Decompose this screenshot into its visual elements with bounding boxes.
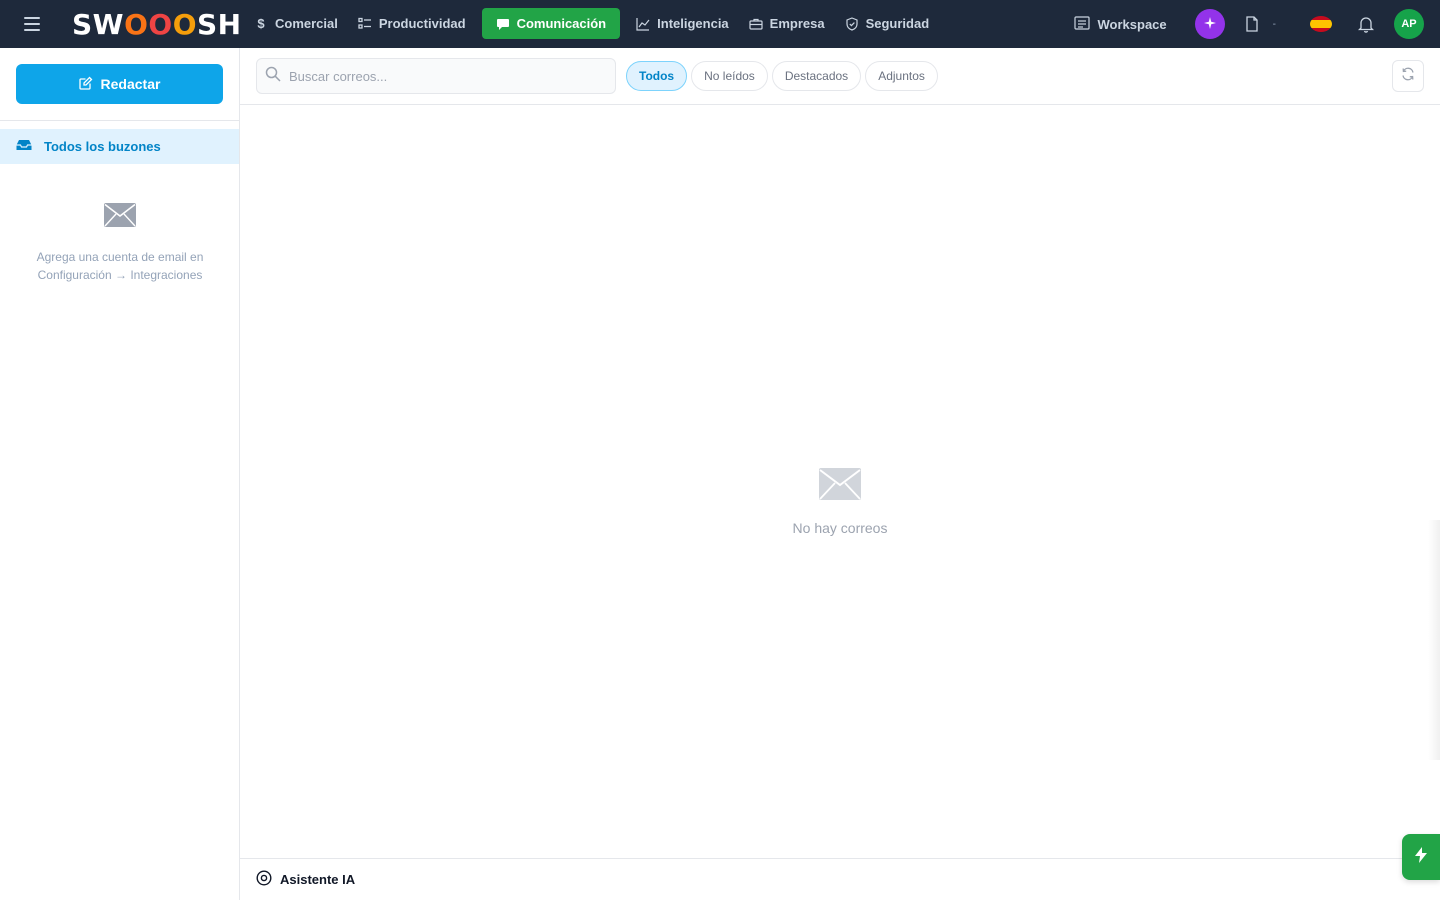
inbox-icon	[16, 139, 32, 154]
nav-item-inteligencia[interactable]: Inteligencia	[626, 8, 739, 39]
sparkle-icon	[1203, 16, 1217, 33]
ai-sparkle-button[interactable]	[1194, 9, 1225, 39]
search-icon	[265, 66, 281, 87]
dollar-icon: $	[257, 16, 265, 31]
edit-icon	[78, 76, 93, 93]
chart-line-icon	[636, 17, 650, 31]
mail-sidebar: Redactar Todos los buzones Agrega una cu…	[0, 48, 240, 900]
briefcase-icon	[749, 17, 763, 31]
refresh-button[interactable]	[1392, 60, 1424, 92]
envelope-icon	[819, 468, 861, 500]
main-nav: $ Comercial Productividad Comunicación I…	[244, 8, 939, 39]
checklist-icon	[358, 17, 372, 31]
search-box	[256, 58, 616, 94]
search-input[interactable]	[289, 68, 589, 84]
filter-no-leidos[interactable]: No leídos	[691, 61, 768, 91]
filter-chips: Todos No leídos Destacados Adjuntos	[626, 61, 938, 91]
workspace-icon	[1073, 15, 1090, 33]
header-tools: Workspace - AP	[1073, 8, 1424, 40]
filter-todos[interactable]: Todos	[626, 61, 688, 91]
envelope-icon	[104, 203, 136, 227]
empty-inbox-state: No hay correos	[240, 468, 1440, 536]
nav-item-productividad[interactable]: Productividad	[348, 8, 476, 39]
document-icon[interactable]	[1241, 13, 1263, 35]
mail-toolbar: Todos No leídos Destacados Adjuntos	[240, 48, 1440, 105]
chat-icon	[496, 17, 510, 31]
top-navigation-bar: SW O O O SH $ Comercial Productividad Comuni…	[0, 0, 1440, 48]
bell-icon[interactable]	[1356, 14, 1376, 34]
panel-edge-shadow	[1428, 520, 1440, 760]
shield-icon	[845, 16, 859, 31]
spain-flag-icon[interactable]	[1310, 16, 1332, 32]
sidebar-divider	[0, 120, 239, 121]
no-accounts-message: Agrega una cuenta de email en Configurac…	[36, 250, 204, 282]
filter-adjuntos[interactable]: Adjuntos	[865, 61, 938, 91]
compose-button[interactable]: Redactar	[16, 64, 223, 104]
filter-destacados[interactable]: Destacados	[771, 61, 862, 91]
nav-item-empresa[interactable]: Empresa	[739, 8, 835, 39]
nav-item-seguridad[interactable]: Seguridad	[835, 8, 940, 39]
nav-item-comunicacion[interactable]: Comunicación	[481, 8, 621, 39]
lightning-icon	[1414, 846, 1428, 868]
menu-icon[interactable]	[20, 14, 44, 34]
target-icon	[256, 870, 272, 889]
nav-item-comercial[interactable]: $ Comercial	[244, 8, 348, 39]
sidebar-item-all-mailboxes[interactable]: Todos los buzones	[0, 129, 239, 164]
user-avatar[interactable]: AP	[1394, 9, 1424, 39]
quick-action-button[interactable]	[1402, 834, 1440, 880]
ai-assistant-bar[interactable]: Asistente IA	[240, 858, 1440, 900]
app-logo[interactable]: SW O O O SH	[72, 8, 242, 41]
empty-inbox-text: No hay correos	[792, 520, 888, 536]
mail-main-panel: Todos No leídos Destacados Adjuntos No h…	[240, 48, 1440, 900]
dropdown-caret[interactable]: -	[1273, 19, 1276, 30]
workspace-button[interactable]: Workspace	[1073, 15, 1167, 33]
refresh-icon	[1401, 67, 1415, 86]
